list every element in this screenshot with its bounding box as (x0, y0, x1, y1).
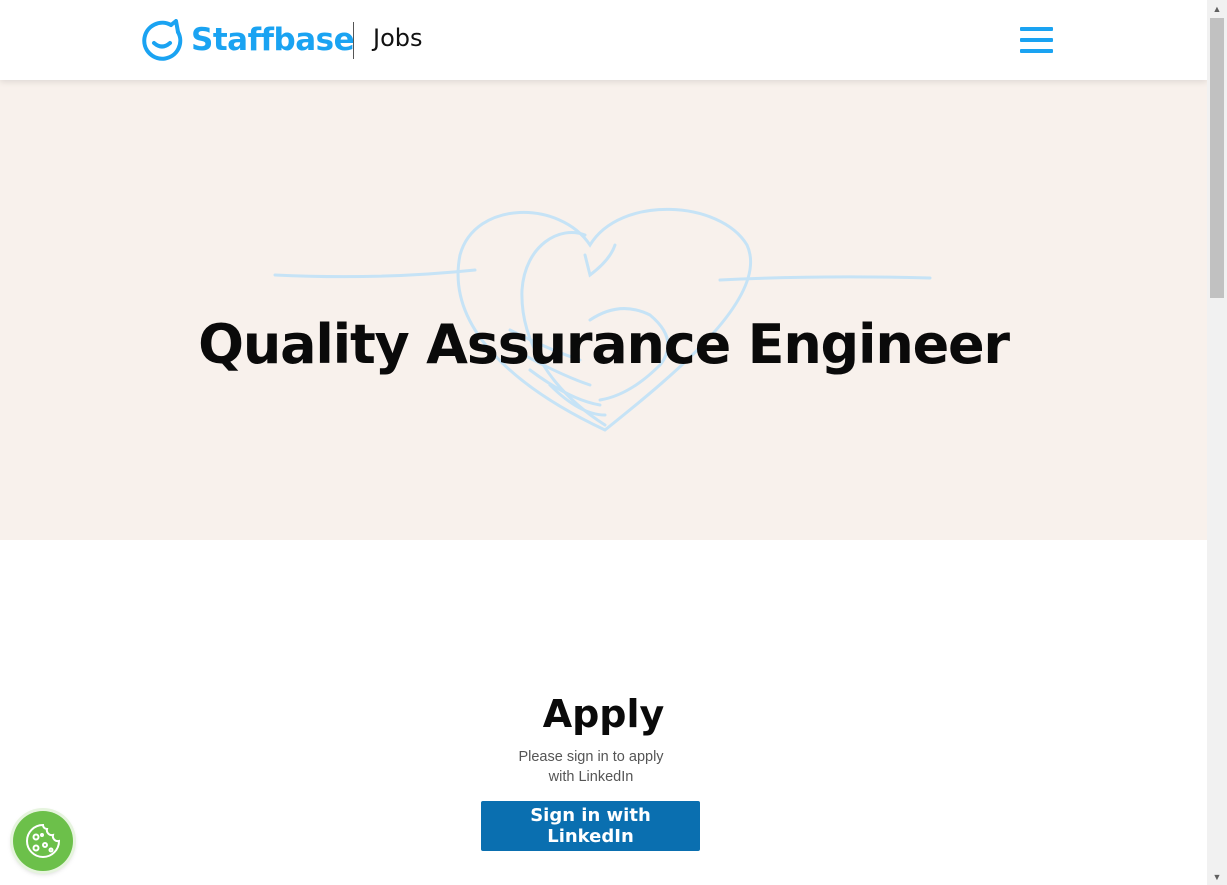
sign-in-linkedin-button[interactable]: Sign in with LinkedIn (481, 801, 700, 851)
site-header: Staffbase Jobs (0, 0, 1207, 80)
scroll-thumb[interactable] (1210, 18, 1224, 298)
cookie-settings-button[interactable] (13, 811, 73, 871)
page: Staffbase Jobs Quality Assurance Enginee… (0, 0, 1207, 885)
hero-banner: Quality Assurance Engineer (0, 80, 1207, 540)
jobs-label[interactable]: Jobs (373, 24, 423, 52)
scroll-up-arrow-icon[interactable]: ▲ (1207, 0, 1227, 17)
apply-note-line2: with LinkedIn (548, 769, 634, 785)
hamburger-menu-icon[interactable] (1019, 26, 1055, 54)
cookie-icon (26, 823, 61, 858)
logo-text: Staffbase (191, 22, 355, 58)
scroll-down-arrow-icon[interactable]: ▼ (1207, 868, 1227, 885)
apply-heading: Apply (542, 691, 665, 736)
staffbase-logo-icon (142, 19, 183, 61)
staffbase-logo[interactable]: Staffbase (141, 19, 355, 61)
apply-note: Please sign in to apply with LinkedIn (0, 747, 1182, 787)
job-title: Quality Assurance Engineer (198, 313, 1010, 377)
apply-note-line1: Please sign in to apply (518, 749, 664, 765)
vertical-scrollbar[interactable]: ▲ ▼ (1207, 0, 1227, 885)
header-divider (353, 22, 354, 59)
